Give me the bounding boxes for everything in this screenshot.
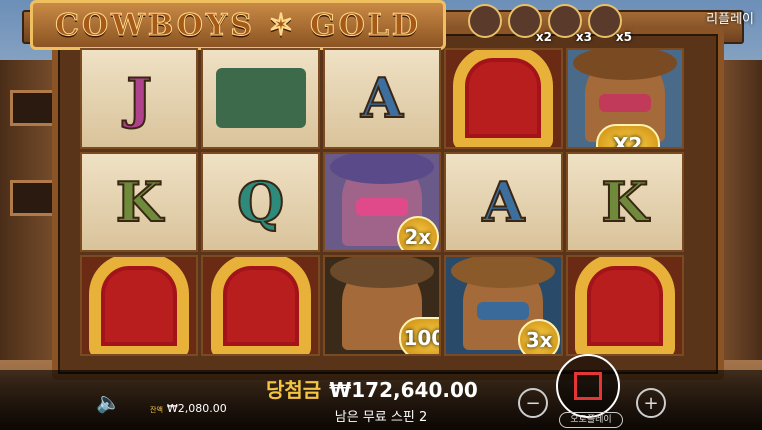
symbol-cell: 100x <box>322 255 442 356</box>
horseshoe-icon <box>210 257 311 354</box>
horseshoe-icon <box>574 257 675 354</box>
reel-grid: J A X2 K Q 2x A K 100x 3x <box>80 48 684 356</box>
revolver-icon <box>215 68 306 129</box>
symbol-cell: X2 <box>565 48 684 149</box>
symbol-cell: 2x <box>322 151 442 253</box>
symbol-cell: 3x <box>444 255 563 356</box>
multiplier-badges: x2 x3 x5 <box>468 4 632 44</box>
symbol-cell <box>80 255 199 356</box>
symbol-cell <box>565 255 684 356</box>
cowboy-face-icon <box>468 4 502 38</box>
cowboy-face-icon: x3 <box>548 4 592 44</box>
horseshoe-icon <box>453 49 554 147</box>
symbol-cell <box>444 48 563 149</box>
symbol-cell: A <box>444 151 563 253</box>
symbol-cell <box>201 48 320 149</box>
symbol-cell: K <box>565 151 684 253</box>
cowboy-face-icon: x5 <box>588 4 632 44</box>
replay-button[interactable]: 리플레이 <box>706 8 754 27</box>
symbol-cell: J <box>80 48 199 149</box>
multiplier-badge: 2x <box>396 215 439 251</box>
multiplier-badge: 3x <box>518 319 561 354</box>
autoplay-button[interactable]: 오토플레이 <box>559 412 623 428</box>
symbol-cell: A <box>322 48 442 149</box>
symbol-cell: K <box>80 151 199 253</box>
horseshoe-icon <box>89 257 190 354</box>
plus-bet-button[interactable]: + <box>636 388 666 418</box>
multiplier-badge: X2 <box>595 124 660 147</box>
symbol-cell <box>201 255 320 356</box>
spin-button[interactable] <box>556 354 620 418</box>
multiplier-badge: 100x <box>398 317 440 354</box>
win-display: 당첨금 ₩172,640.00 <box>266 378 478 402</box>
cowboy-bandit-icon: x2 <box>508 4 552 44</box>
logo-text: COWBOYS ✶ GOLD <box>55 7 421 43</box>
symbol-cell: Q <box>201 151 320 253</box>
minus-bet-button[interactable]: − <box>518 388 548 418</box>
game-logo: COWBOYS ✶ GOLD <box>30 0 446 50</box>
stop-icon <box>574 372 602 400</box>
